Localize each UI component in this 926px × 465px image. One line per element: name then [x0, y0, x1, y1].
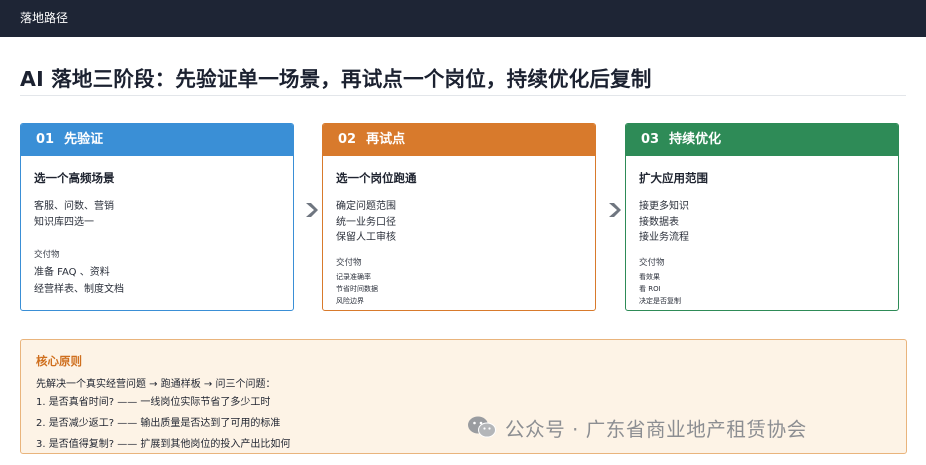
- top-bar: 落地路径: [0, 0, 926, 37]
- question-answer: —— 一线岗位实际节省了多少工时: [117, 397, 271, 408]
- stage-subtitle: 选一个岗位跑通: [336, 171, 417, 185]
- stage-line: 客服、问数、营销: [34, 201, 114, 212]
- deliverable-label: 交付物: [336, 257, 362, 268]
- stage-subtitle: 选一个高频场景: [34, 171, 115, 185]
- stage-number: 03: [641, 132, 660, 147]
- question-text: 2. 是否减少返工?: [36, 418, 115, 429]
- stage-line: 知识库四选一: [34, 217, 94, 228]
- deliverable-item: 看 ROI: [639, 284, 661, 293]
- stage-title: 再试点: [366, 132, 406, 147]
- stage-title: 先验证: [64, 132, 104, 147]
- stage-number: 02: [338, 132, 357, 147]
- stage-card-header: 01 先验证: [21, 124, 293, 156]
- deliverable-item: 看效果: [639, 272, 660, 281]
- page-title: AI 落地三阶段：先验证单一场景，再试点一个岗位，持续优化后复制: [20, 67, 652, 91]
- stage-line: 接更多知识: [639, 201, 689, 212]
- stage-card-header: 03 持续优化: [626, 124, 898, 156]
- principle-title: 核心原则: [36, 354, 82, 368]
- deliverable-label: 交付物: [639, 257, 665, 268]
- deliverable-item: 决定是否复制: [639, 296, 681, 305]
- deliverable-item: 风险边界: [336, 296, 364, 305]
- title-divider: [20, 95, 906, 96]
- stage-line: 接业务流程: [639, 232, 689, 243]
- stage-card-2: 02 再试点 选一个岗位跑通 确定问题范围 统一业务口径 保留人工审核 交付物 记…: [322, 123, 596, 311]
- stage-card-3: 03 持续优化 扩大应用范围 接更多知识 接数据表 接业务流程 交付物 看效果 看…: [625, 123, 899, 311]
- wechat-icon: [468, 416, 496, 438]
- question-text: 1. 是否真省时间?: [36, 397, 115, 408]
- top-bar-title: 落地路径: [20, 11, 69, 25]
- question-answer: —— 输出质量是否达到了可用的标准: [117, 418, 281, 429]
- stage-card-header: 02 再试点: [323, 124, 595, 156]
- question-text: 3. 是否值得复制?: [36, 439, 115, 450]
- principle-question: 1. 是否真省时间? —— 一线岗位实际节省了多少工时: [36, 392, 891, 413]
- stage-title: 持续优化: [669, 132, 722, 147]
- chevron-right-icon: [306, 203, 318, 217]
- stage-line: 保留人工审核: [336, 232, 396, 243]
- question-answer: —— 扩展到其他岗位的投入产出比如何: [117, 439, 291, 450]
- deliverable-item: 准备 FAQ 、资料: [34, 267, 110, 278]
- stage-line: 统一业务口径: [336, 216, 396, 228]
- stage-subtitle: 扩大应用范围: [639, 171, 708, 185]
- stage-number: 01: [36, 132, 55, 147]
- stage-line: 接数据表: [639, 216, 679, 228]
- principle-intro: 先解决一个真实经营问题 → 跑通样板 → 问三个问题：: [36, 379, 276, 390]
- chevron-right-icon: [609, 203, 621, 217]
- deliverable-item: 经营样表、制度文档: [34, 284, 124, 295]
- stage-line: 确定问题范围: [336, 201, 396, 212]
- watermark-text: 公众号 · 广东省商业地产租赁协会: [505, 417, 807, 441]
- deliverable-item: 记录准确率: [336, 272, 371, 281]
- deliverable-label: 交付物: [34, 250, 60, 260]
- deliverable-item: 节省时间数据: [336, 284, 378, 293]
- stage-card-1: 01 先验证 选一个高频场景 客服、问数、营销 知识库四选一 交付物 准备 FAQ…: [20, 123, 294, 311]
- watermark: 公众号 · 广东省商业地产租赁协会: [467, 414, 807, 441]
